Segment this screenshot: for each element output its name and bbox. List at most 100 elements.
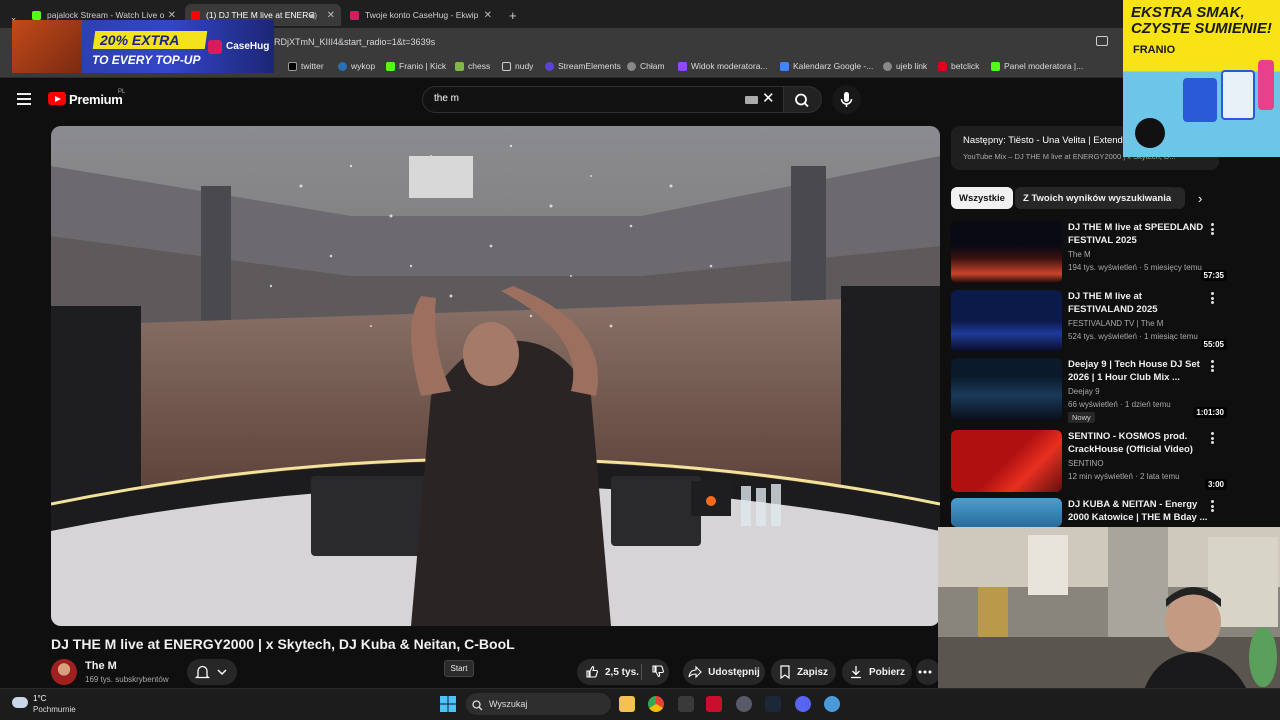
video-frame: [51, 126, 940, 626]
audio-playing-icon[interactable]: ◀): [308, 11, 317, 20]
bookmark-ujeb-link[interactable]: ujeb link: [883, 61, 927, 71]
bookmark-nudy[interactable]: nudy: [502, 61, 533, 71]
recommendation-item[interactable]: 3:00 SENTINO - KOSMOS prod. CrackHouse (…: [951, 430, 1231, 494]
chip-overflow[interactable]: [1173, 187, 1185, 209]
close-tab-icon[interactable]: ✕: [168, 10, 176, 21]
app-icon[interactable]: [678, 696, 694, 712]
channel-name[interactable]: The M: [85, 660, 117, 672]
casehug-brand: CaseHug: [226, 41, 270, 52]
close-tab-icon[interactable]: ✕: [484, 10, 492, 21]
taskbar-search-input[interactable]: Wyszukaj: [489, 699, 527, 709]
share-button[interactable]: Udostępnij: [683, 659, 765, 685]
video-thumbnail[interactable]: [951, 290, 1062, 352]
download-button[interactable]: Pobierz: [842, 659, 912, 685]
recommendation-channel[interactable]: The M: [1068, 250, 1091, 259]
voice-search-button[interactable]: [832, 85, 861, 114]
video-thumbnail[interactable]: [951, 498, 1062, 527]
channel-avatar[interactable]: [51, 659, 77, 685]
chevron-right-icon[interactable]: ›: [1198, 191, 1202, 206]
search-button[interactable]: [784, 86, 822, 113]
youtube-logo-icon[interactable]: [48, 92, 66, 105]
video-player[interactable]: [51, 126, 940, 626]
recommendation-meta: 12 min wyświetleń · 2 lata temu: [1068, 472, 1180, 481]
recommendation-item[interactable]: 55:05 DJ THE M live at FESTIVALAND 2025 …: [951, 290, 1231, 354]
more-vertical-icon[interactable]: [1211, 223, 1215, 235]
notification-bell-button[interactable]: [187, 659, 237, 685]
close-tab-icon[interactable]: ✕: [327, 10, 335, 21]
video-thumbnail[interactable]: [951, 358, 1062, 420]
install-app-icon[interactable]: [1096, 36, 1108, 46]
more-actions-button[interactable]: [916, 659, 940, 685]
cloud-icon[interactable]: [12, 697, 28, 708]
streamelements-icon: [545, 61, 554, 71]
chrome-icon[interactable]: [648, 696, 664, 712]
recommendation-meta: 194 tys. wyświetleń · 5 miesięcy temu: [1068, 263, 1202, 272]
like-divider: [641, 664, 642, 680]
recommendation-item[interactable]: 57:35 DJ THE M live at SPEEDLAND FESTIVA…: [951, 221, 1231, 285]
globe-icon: [883, 61, 892, 71]
recommendation-channel[interactable]: FESTIVALAND TV | The M: [1068, 319, 1163, 328]
chip-all[interactable]: Wszystkie: [951, 187, 1013, 209]
weather-description[interactable]: Pochmurnie: [33, 705, 76, 714]
more-vertical-icon[interactable]: [1211, 500, 1215, 512]
bookmark-panel-moderatora[interactable]: Panel moderatora |...: [991, 61, 1083, 71]
recommendation-channel[interactable]: SENTINO: [1068, 459, 1104, 468]
more-vertical-icon[interactable]: [1211, 432, 1215, 444]
casehug-logo-icon: [208, 40, 222, 54]
bookmark-chess[interactable]: chess: [455, 61, 490, 71]
wykop-icon: [338, 61, 347, 71]
recommendation-title[interactable]: DJ THE M live at SPEEDLAND FESTIVAL 2025: [1068, 221, 1208, 247]
recommendation-title[interactable]: SENTINO - KOSMOS prod. CrackHouse (Offic…: [1068, 430, 1208, 456]
video-title: DJ THE M live at ENERGY2000 | x Skytech,…: [51, 636, 515, 652]
settings-icon[interactable]: [736, 696, 752, 712]
bookmark-wykop[interactable]: wykop: [338, 61, 375, 71]
franio-ad-overlay: EKSTRA SMAK, CZYSTE SUMIENIE! FRANIO: [1123, 0, 1280, 157]
clear-search-icon[interactable]: ✕: [762, 91, 775, 106]
search-input[interactable]: the m: [434, 93, 459, 104]
keyboard-icon[interactable]: [745, 96, 758, 104]
bookmark-streamelements[interactable]: StreamElements: [545, 61, 621, 71]
steam-icon[interactable]: [765, 696, 781, 712]
casehug-offer: 20% EXTRA: [100, 32, 180, 48]
casehug-icon: [350, 10, 359, 20]
tab-casehug[interactable]: Twoje konto CaseHug - Ekwip ✕: [344, 4, 498, 26]
url-field[interactable]: RDjXTmN_KIII4&start_radio=1&t=3639s: [274, 37, 435, 47]
weather-temperature[interactable]: 1°C: [33, 694, 46, 703]
discord-icon[interactable]: [795, 696, 811, 712]
kick-icon: [991, 61, 1000, 71]
bookmark-widok-moderatora[interactable]: Widok moderatora...: [678, 61, 768, 71]
hamburger-menu-icon[interactable]: [17, 93, 31, 105]
video-thumbnail[interactable]: [951, 221, 1062, 283]
start-button[interactable]: [440, 696, 456, 712]
recommendation-title[interactable]: DJ KUBA & NEITAN - Energy 2000 Katowice …: [1068, 498, 1208, 524]
app-icon[interactable]: [706, 696, 722, 712]
bookmark-franio-kick[interactable]: Franio | Kick: [386, 61, 446, 71]
free-shipping-badge: [1135, 118, 1165, 148]
recommendation-title[interactable]: DJ THE M live at FESTIVALAND 2025: [1068, 290, 1208, 316]
up-next-title[interactable]: Następny: Tiësto - Una Velita | Extende: [963, 135, 1128, 146]
bookmark-chlam[interactable]: Chłam: [627, 61, 665, 71]
bookmark-betclick[interactable]: betclick: [938, 61, 979, 71]
tab-title: (1) DJ THE M live at ENERG: [206, 10, 315, 20]
youtube-premium-logo[interactable]: Premium: [69, 92, 123, 107]
search-input-box[interactable]: [422, 86, 784, 113]
windows-icon: [440, 696, 456, 712]
chip-from-search[interactable]: Z Twoich wyników wyszukiwania: [1015, 187, 1180, 209]
dislike-button[interactable]: [651, 664, 667, 680]
file-explorer-icon[interactable]: [619, 696, 635, 712]
bookmark-twitter[interactable]: twitter: [288, 61, 324, 71]
tab-title: pajalock Stream - Watch Live o: [47, 10, 165, 20]
more-vertical-icon[interactable]: [1211, 292, 1215, 304]
video-thumbnail[interactable]: [951, 430, 1062, 492]
recommendation-channel[interactable]: Deejay 9: [1068, 387, 1100, 396]
bookmark-kalendarz[interactable]: Kalendarz Google -...: [780, 61, 873, 71]
new-tab-button[interactable]: +: [503, 4, 521, 26]
search-icon: [472, 698, 483, 716]
recommendation-title[interactable]: Deejay 9 | Tech House DJ Set 2026 | 1 Ho…: [1068, 358, 1208, 384]
recommendation-item[interactable]: 1:01:30 Deejay 9 | Tech House DJ Set 202…: [951, 358, 1231, 423]
save-button[interactable]: Zapisz: [771, 659, 836, 685]
taskbar-search-box[interactable]: [466, 693, 611, 715]
globe-icon[interactable]: [824, 696, 840, 712]
franio-slogan-2: CZYSTE SUMIENIE!: [1131, 20, 1272, 37]
more-vertical-icon[interactable]: [1211, 360, 1215, 372]
